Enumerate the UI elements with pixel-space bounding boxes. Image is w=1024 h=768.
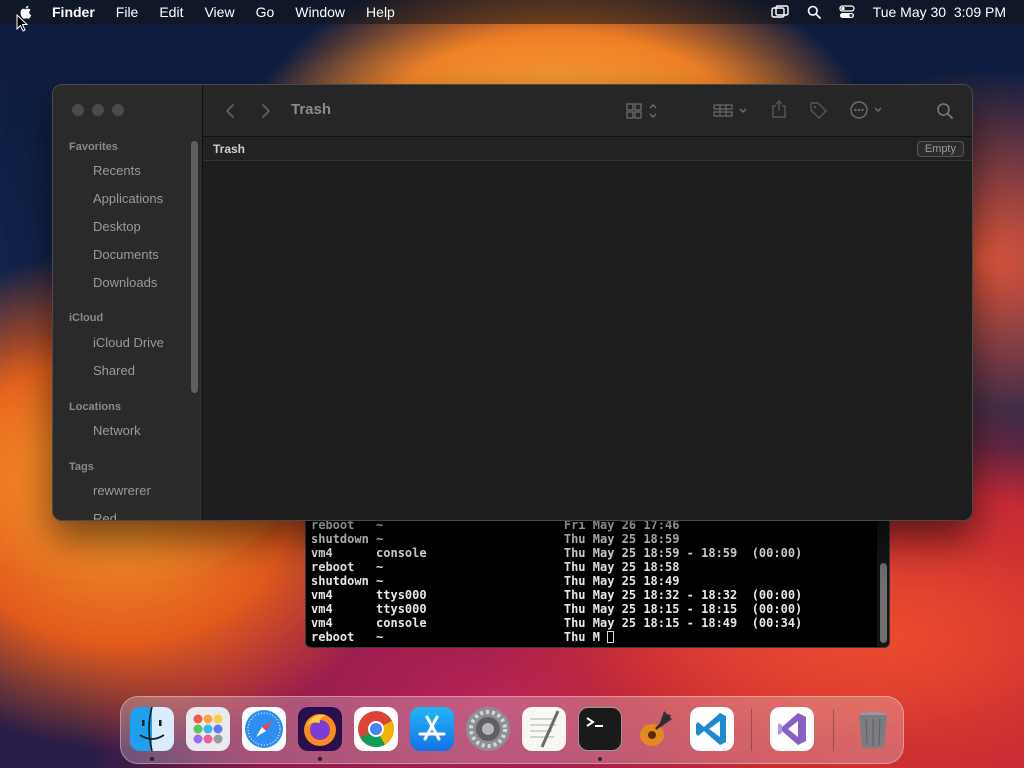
terminal-output[interactable]: reboot ~ Fri May 26 17:46 shutdown ~ Thu… <box>311 518 802 644</box>
sidebar-item-desktop[interactable]: Desktop <box>93 219 141 234</box>
dock-app-chrome[interactable] <box>354 707 398 751</box>
sidebar-section-favorites: Favorites <box>69 141 118 153</box>
terminal-line: vm4 console Thu May 25 18:59 - 18:59 (00… <box>311 546 803 560</box>
sidebar-item-tag-red[interactable]: Red <box>93 511 117 520</box>
dock-app-safari[interactable] <box>242 707 286 751</box>
icon-view-icon[interactable] <box>626 102 660 120</box>
terminal-prompt-icon <box>586 717 603 727</box>
dock-app-app-store[interactable] <box>410 707 454 751</box>
dock-app-system-settings[interactable] <box>466 707 510 751</box>
menu-app-finder[interactable]: Finder <box>52 4 95 20</box>
sidebar-item-recents[interactable]: Recents <box>93 163 141 178</box>
finder-content-area[interactable] <box>203 161 972 520</box>
terminal-scrollbar[interactable] <box>880 563 887 643</box>
dock-separator <box>833 709 834 751</box>
zoom-button[interactable] <box>112 104 124 116</box>
running-indicator <box>150 757 154 761</box>
launchpad-grid-icon <box>193 714 223 744</box>
terminal-line: reboot ~ Thu May 25 18:58 <box>311 560 680 574</box>
trash-header-title: Trash <box>213 142 246 156</box>
share-icon[interactable] <box>771 99 787 119</box>
sidebar-section-locations: Locations <box>69 401 121 413</box>
visual-studio-icon <box>778 713 806 745</box>
trash-can-icon <box>859 712 887 749</box>
terminal-line-text: reboot ~ Thu M <box>311 630 608 644</box>
group-by-icon[interactable] <box>713 102 749 120</box>
clock-datetime[interactable]: Tue May 30 3:09 PM <box>873 4 1006 20</box>
guitar-icon <box>640 711 672 746</box>
menu-view[interactable]: View <box>204 4 234 20</box>
chrome-icon <box>358 711 394 748</box>
gear-icon <box>469 710 507 748</box>
mouse-cursor-icon <box>16 14 28 32</box>
menu-help[interactable]: Help <box>366 4 395 20</box>
sidebar-section-tags: Tags <box>69 461 94 473</box>
dock-app-trash[interactable] <box>851 707 895 751</box>
sidebar-item-network[interactable]: Network <box>93 423 141 438</box>
dock-app-finder[interactable] <box>130 707 174 751</box>
dock-app-launchpad[interactable] <box>186 707 230 751</box>
screen-mirroring-icon[interactable] <box>770 5 789 19</box>
dock-app-garageband[interactable] <box>634 707 678 751</box>
dock-app-textedit[interactable] <box>522 707 566 751</box>
app-store-icon <box>418 715 446 741</box>
terminal-window[interactable]: reboot ~ Fri May 26 17:46 shutdown ~ Thu… <box>305 500 890 648</box>
firefox-icon <box>304 714 336 746</box>
finder-toolbar: Trash <box>203 85 972 137</box>
sidebar-item-shared[interactable]: Shared <box>93 363 135 378</box>
sidebar-section-icloud: iCloud <box>69 312 104 324</box>
running-indicator <box>318 757 322 761</box>
empty-trash-button[interactable]: Empty <box>916 141 964 157</box>
safari-compass-icon <box>245 710 283 748</box>
dock-separator <box>751 709 752 751</box>
terminal-line-prompt: reboot ~ Thu M <box>311 630 802 644</box>
dock-app-firefox[interactable] <box>298 707 342 751</box>
terminal-line: shutdown ~ Thu May 25 18:49 <box>311 574 680 588</box>
dock <box>120 696 904 764</box>
sidebar-item-applications[interactable]: Applications <box>93 191 163 206</box>
menu-bar: Finder File Edit View Go Window Help Tue… <box>0 0 1024 24</box>
spotlight-search-icon[interactable] <box>807 5 821 19</box>
finder-sidebar: Favorites Recents Applications Desktop D… <box>53 85 203 520</box>
running-indicator <box>598 757 602 761</box>
terminal-line: shutdown ~ Thu May 25 18:59 <box>311 532 680 546</box>
window-title: Trash <box>291 101 332 118</box>
dock-app-visual-studio[interactable] <box>770 707 814 751</box>
terminal-line: vm4 ttys000 Thu May 25 18:32 - 18:32 (00… <box>311 588 803 602</box>
menu-window[interactable]: Window <box>295 4 345 20</box>
sidebar-item-downloads[interactable]: Downloads <box>93 275 157 290</box>
textedit-icon <box>530 710 560 748</box>
tag-icon[interactable] <box>808 100 828 120</box>
control-center-icon[interactable] <box>839 5 855 19</box>
back-chevron-icon[interactable] <box>225 103 235 119</box>
search-icon[interactable] <box>936 102 954 120</box>
sidebar-scrollbar[interactable] <box>191 141 198 393</box>
finder-face-icon <box>139 707 165 751</box>
text-cursor <box>607 631 615 643</box>
menu-file[interactable]: File <box>116 4 139 20</box>
dock-app-terminal[interactable] <box>578 707 622 751</box>
sidebar-item-tag-rewwrerer[interactable]: rewwrerer <box>93 483 151 498</box>
close-button[interactable] <box>72 104 84 116</box>
menu-edit[interactable]: Edit <box>159 4 183 20</box>
more-actions-icon[interactable] <box>850 101 886 119</box>
trash-header-bar: Trash Empty <box>203 137 972 161</box>
minimize-button[interactable] <box>92 104 104 116</box>
sidebar-item-icloud-drive[interactable]: iCloud Drive <box>93 335 164 350</box>
finder-window[interactable]: Favorites Recents Applications Desktop D… <box>52 84 973 521</box>
terminal-line: vm4 ttys000 Thu May 25 18:15 - 18:15 (00… <box>311 602 803 616</box>
terminal-line: vm4 console Thu May 25 18:15 - 18:49 (00… <box>311 616 803 630</box>
sidebar-item-documents[interactable]: Documents <box>93 247 159 262</box>
menu-go[interactable]: Go <box>256 4 275 20</box>
dock-app-vscode[interactable] <box>690 707 734 751</box>
window-controls <box>72 104 124 116</box>
forward-chevron-icon[interactable] <box>261 103 271 119</box>
vscode-icon <box>696 713 726 745</box>
